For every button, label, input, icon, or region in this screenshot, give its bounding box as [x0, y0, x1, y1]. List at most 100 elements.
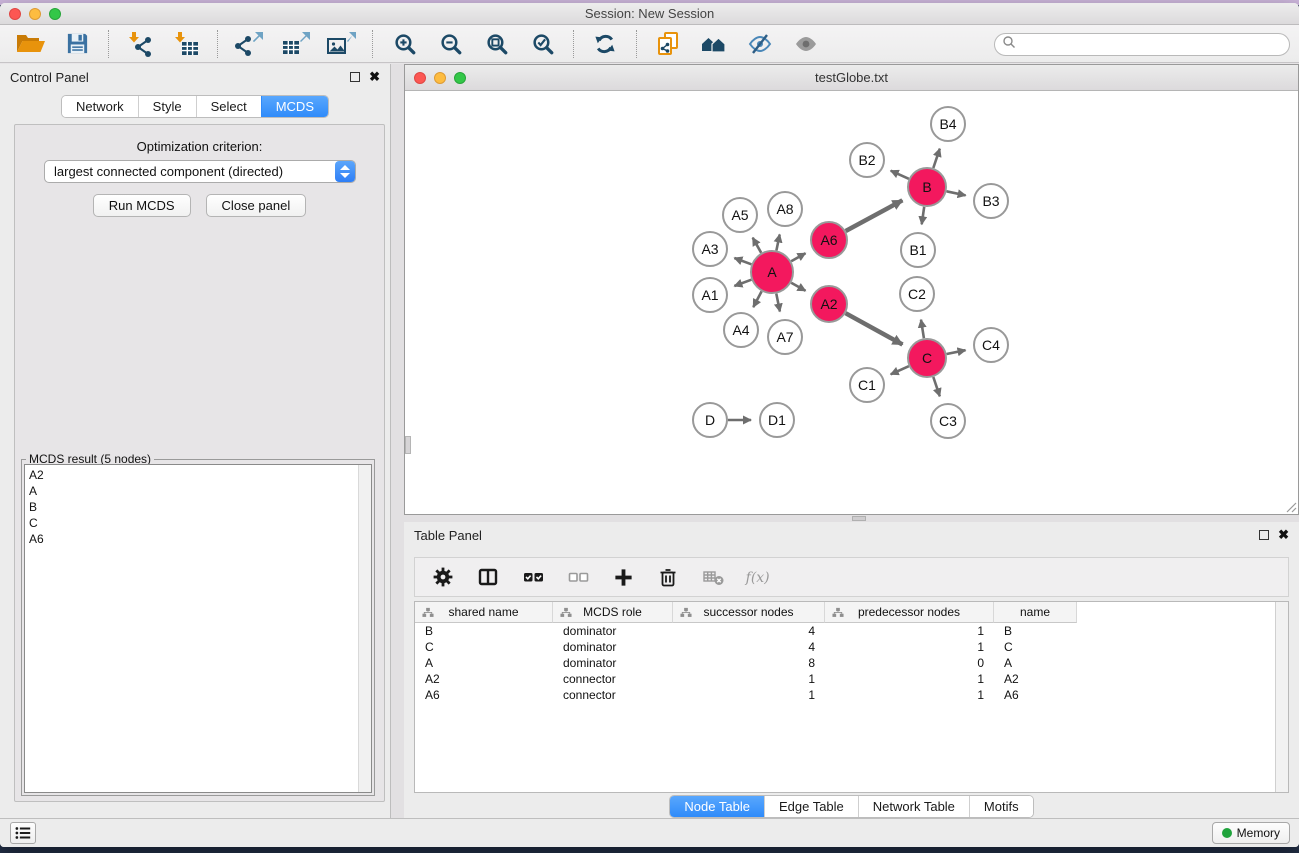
canvas-left-splitter-handle[interactable] — [405, 436, 411, 454]
network-canvas[interactable]: A B C A6 A2 A1 A3 A4 A5 A7 A8 B1 B2 — [405, 92, 1298, 514]
mcds-result-item[interactable]: A6 — [29, 531, 358, 547]
column-header-MCDS-role[interactable]: MCDS role — [553, 602, 673, 623]
tab-mcds[interactable]: MCDS — [261, 96, 328, 117]
zoom-fit-icon[interactable] — [480, 29, 512, 59]
deselect-all-icon[interactable] — [564, 563, 592, 591]
table-row[interactable]: A6connector11A6 — [415, 687, 1288, 703]
graph-edge-C-C2[interactable] — [921, 320, 924, 339]
graph-edge-B-B4[interactable] — [933, 149, 940, 168]
tab-motifs[interactable]: Motifs — [969, 796, 1033, 817]
graph-node-C3[interactable]: C3 — [931, 404, 965, 438]
mcds-result-item[interactable]: B — [29, 499, 358, 515]
graph-edge-A-A7[interactable] — [776, 294, 780, 312]
graph-edge-A-A8[interactable] — [776, 235, 779, 251]
column-header-successor-nodes[interactable]: successor nodes — [673, 602, 825, 623]
tab-network-table[interactable]: Network Table — [858, 796, 969, 817]
splitter-thumb[interactable] — [852, 516, 866, 521]
window-resize-grip[interactable] — [1284, 500, 1297, 513]
graph-edge-A-A1[interactable] — [734, 280, 751, 286]
graph-node-A7[interactable]: A7 — [768, 320, 802, 354]
float-panel-icon[interactable] — [350, 72, 360, 82]
tab-style[interactable]: Style — [138, 96, 196, 117]
graph-node-A3[interactable]: A3 — [693, 232, 727, 266]
tab-select[interactable]: Select — [196, 96, 261, 117]
graph-node-A4[interactable]: A4 — [724, 313, 758, 347]
delete-column-icon[interactable] — [654, 563, 682, 591]
graph-node-D[interactable]: D — [693, 403, 727, 437]
table-scrollbar[interactable] — [1275, 602, 1288, 792]
zoom-out-icon[interactable] — [434, 29, 466, 59]
refresh-view-icon[interactable] — [589, 29, 621, 59]
graph-edge-B-B2[interactable] — [891, 171, 909, 179]
graph-edge-C-C3[interactable] — [933, 377, 940, 396]
graph-node-A8[interactable]: A8 — [768, 192, 802, 226]
graph-node-A5[interactable]: A5 — [723, 198, 757, 232]
column-header-predecessor-nodes[interactable]: predecessor nodes — [825, 602, 994, 623]
copy-network-icon[interactable] — [652, 29, 684, 59]
graph-edge-B-B3[interactable] — [947, 191, 966, 195]
export-table-icon[interactable] — [279, 29, 311, 59]
export-image-icon[interactable] — [325, 29, 357, 59]
graph-edge-A2-C[interactable] — [846, 313, 903, 344]
table-float-panel-icon[interactable] — [1259, 530, 1269, 540]
table-row[interactable]: Cdominator41C — [415, 639, 1288, 655]
import-network-icon[interactable] — [124, 29, 156, 59]
split-column-icon[interactable] — [474, 563, 502, 591]
table-close-panel-icon[interactable]: ✖ — [1278, 530, 1289, 540]
tab-node-table[interactable]: Node Table — [670, 796, 764, 817]
tab-network[interactable]: Network — [62, 96, 138, 117]
graph-edge-A-A5[interactable] — [753, 238, 762, 253]
table-row[interactable]: Adominator80A — [415, 655, 1288, 671]
graph-node-A6[interactable]: A6 — [811, 222, 847, 258]
table-row[interactable]: Bdominator41B — [415, 623, 1288, 639]
graph-node-B[interactable]: B — [908, 168, 946, 206]
criterion-dropdown[interactable]: largest connected component (directed) — [44, 160, 356, 183]
home-view-icon[interactable] — [698, 29, 730, 59]
graph-node-C4[interactable]: C4 — [974, 328, 1008, 362]
graph-node-B3[interactable]: B3 — [974, 184, 1008, 218]
export-network-icon[interactable] — [233, 29, 265, 59]
save-session-icon[interactable] — [61, 29, 93, 59]
graph-edge-A-A3[interactable] — [734, 258, 751, 264]
tab-edge-table[interactable]: Edge Table — [764, 796, 858, 817]
graph-node-A1[interactable]: A1 — [693, 278, 727, 312]
hide-labels-icon[interactable] — [744, 29, 776, 59]
graph-node-C[interactable]: C — [908, 339, 946, 377]
mcds-result-item[interactable]: C — [29, 515, 358, 531]
result-list-scrollbar[interactable] — [358, 465, 371, 792]
gear-icon[interactable] — [429, 563, 457, 591]
search-box[interactable] — [994, 33, 1290, 56]
graph-edge-C-C1[interactable] — [891, 366, 909, 374]
graph-node-C2[interactable]: C2 — [900, 277, 934, 311]
import-table-icon[interactable] — [170, 29, 202, 59]
column-header-shared-name[interactable]: shared name — [415, 602, 553, 623]
graph-node-C1[interactable]: C1 — [850, 368, 884, 402]
run-mcds-button[interactable]: Run MCDS — [93, 194, 191, 217]
graph-edge-B-B1[interactable] — [922, 207, 925, 225]
select-all-icon[interactable] — [519, 563, 547, 591]
graph-edge-C-C4[interactable] — [947, 350, 966, 354]
task-history-button[interactable] — [10, 822, 36, 844]
memory-button[interactable]: Memory — [1212, 822, 1290, 844]
graph-node-B4[interactable]: B4 — [931, 107, 965, 141]
mcds-result-item[interactable]: A — [29, 483, 358, 499]
column-header-name[interactable]: name — [994, 602, 1077, 623]
open-file-icon[interactable] — [15, 29, 47, 59]
graph-edge-A-A6[interactable] — [791, 253, 805, 261]
table-row[interactable]: A2connector11A2 — [415, 671, 1288, 687]
zoom-in-icon[interactable] — [388, 29, 420, 59]
zoom-selected-icon[interactable] — [526, 29, 558, 59]
mcds-result-item[interactable]: A2 — [29, 467, 358, 483]
graph-edge-A-A2[interactable] — [791, 283, 805, 291]
graph-edge-A-A4[interactable] — [753, 291, 761, 307]
graph-node-A[interactable]: A — [751, 251, 793, 293]
close-panel-icon[interactable]: ✖ — [369, 72, 380, 82]
close-panel-button[interactable]: Close panel — [206, 194, 307, 217]
graph-node-B1[interactable]: B1 — [901, 233, 935, 267]
search-input[interactable] — [1020, 38, 1289, 52]
add-column-icon[interactable] — [609, 563, 637, 591]
show-hide-icon[interactable] — [790, 29, 822, 59]
graph-node-A2[interactable]: A2 — [811, 286, 847, 322]
horizontal-splitter[interactable] — [404, 515, 1299, 522]
graph-node-D1[interactable]: D1 — [760, 403, 794, 437]
